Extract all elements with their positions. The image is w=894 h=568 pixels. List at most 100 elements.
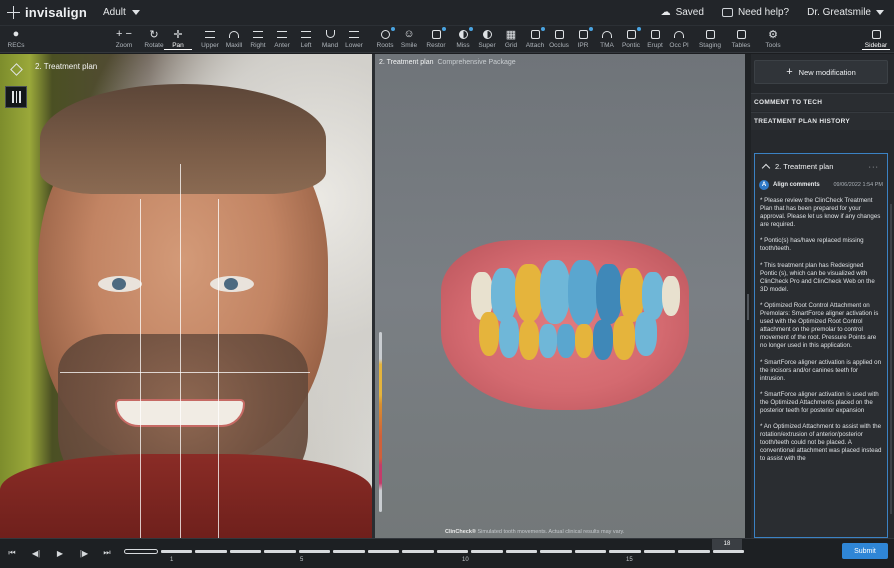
- diamond-icon: [9, 62, 23, 76]
- treatment-plan-history-section[interactable]: TREATMENT PLAN HISTORY: [751, 112, 894, 130]
- comment-header: A Align comments 09/06/2022 1:54 PM: [755, 178, 887, 192]
- stage-segment[interactable]: [436, 550, 468, 553]
- tooth[interactable]: [515, 264, 543, 322]
- restor-badge: [442, 27, 446, 31]
- stage-segment[interactable]: [574, 550, 606, 553]
- tool-recs[interactable]: ● RECs: [2, 28, 30, 49]
- step-forward-icon[interactable]: |▶: [78, 547, 90, 559]
- tooth[interactable]: [479, 312, 499, 356]
- patient-photo-panel[interactable]: 2. Treatment plan: [0, 54, 372, 538]
- stage-segment[interactable]: [609, 550, 641, 553]
- stage-segment[interactable]: [333, 550, 365, 553]
- model-title: 2. Treatment plan Comprehensive Package: [379, 59, 516, 66]
- stage-segment[interactable]: [540, 550, 572, 553]
- stage-timeline[interactable]: [124, 549, 744, 554]
- user-menu[interactable]: Dr. Greatsmile: [807, 7, 884, 18]
- stage-segment[interactable]: [643, 550, 675, 553]
- stage-segment[interactable]: [505, 550, 537, 553]
- tooth[interactable]: [613, 316, 635, 360]
- tool-lower[interactable]: Lower: [340, 28, 368, 49]
- more-menu-icon[interactable]: ···: [869, 162, 880, 171]
- guide-line-right: [218, 199, 219, 538]
- patient-hair: [40, 84, 326, 194]
- play-icon[interactable]: ▶: [54, 547, 66, 559]
- invisalign-star-icon: [7, 6, 20, 19]
- tooth[interactable]: [519, 320, 539, 360]
- disclaimer-text: Simulated tooth movements. Actual clinic…: [477, 529, 625, 535]
- skip-to-start-icon[interactable]: ⏮: [6, 547, 18, 559]
- tooth[interactable]: [662, 276, 680, 316]
- tool-pan[interactable]: ✛ Pan: [164, 28, 192, 50]
- comment-paragraph: * An Optimized Attachment to assist with…: [760, 423, 882, 463]
- tool-label: Tables: [731, 42, 751, 49]
- tooth[interactable]: [499, 316, 519, 358]
- model-title-text: 2. Treatment plan: [379, 59, 434, 66]
- movement-scale-bar: [379, 332, 382, 512]
- tooth[interactable]: [557, 324, 575, 358]
- comment-to-tech-section[interactable]: COMMENT TO TECH: [751, 93, 894, 111]
- tool-zoom[interactable]: + − Zoom: [110, 28, 138, 49]
- stage-label: 15: [626, 557, 633, 563]
- patient-shirt: [0, 454, 372, 538]
- comment-paragraph: * Optimized Root Control Attachment on P…: [760, 301, 879, 350]
- treatment-plan-card: 2. Treatment plan ··· A Align comments 0…: [754, 153, 888, 538]
- right-eye: [210, 276, 254, 292]
- user-name: Dr. Greatsmile: [807, 7, 871, 18]
- tooth[interactable]: [540, 260, 570, 324]
- tool-tools[interactable]: ⚙ Tools: [759, 28, 787, 50]
- plus-icon: +: [786, 66, 793, 78]
- tool-sidebar[interactable]: Sidebar: [862, 28, 890, 50]
- tooth[interactable]: [596, 264, 622, 324]
- new-modification-button[interactable]: + New modification: [754, 60, 888, 84]
- submit-button[interactable]: Submit: [842, 543, 888, 559]
- comment-paragraph: * Pontic(s) has/have replaced missing to…: [760, 237, 864, 253]
- profile-dropdown[interactable]: Adult: [103, 7, 140, 18]
- stage-segment[interactable]: [367, 550, 399, 553]
- stage-label: 1: [170, 557, 174, 563]
- stage-segment[interactable]: [298, 550, 330, 553]
- stage-segment[interactable]: [402, 550, 434, 553]
- split-view-button[interactable]: [5, 86, 27, 108]
- model-viewport[interactable]: 2. Treatment plan Comprehensive Package C…: [374, 54, 746, 538]
- sidebar-scrollbar[interactable]: [890, 204, 892, 514]
- invisalign-logo[interactable]: invisalign: [7, 5, 87, 20]
- stage-segment[interactable]: [160, 550, 192, 553]
- split-icon: [11, 91, 21, 103]
- view-toggle-button[interactable]: [5, 58, 27, 80]
- stage-segment[interactable]: [471, 550, 503, 553]
- tooth[interactable]: [635, 312, 657, 356]
- occlusal-plane-icon: [665, 28, 693, 40]
- stage-segment[interactable]: [229, 550, 261, 553]
- tooth[interactable]: [539, 324, 557, 358]
- card-title: 2. Treatment plan: [775, 161, 834, 171]
- tool-label: Pan: [164, 42, 192, 50]
- tool-occ-pl[interactable]: Occ Pl: [665, 28, 693, 49]
- tool-label: Lower: [345, 42, 363, 49]
- tool-staging[interactable]: Staging: [696, 28, 724, 49]
- skip-to-end-icon[interactable]: ⏭: [101, 547, 113, 559]
- tool-restor[interactable]: Restor: [422, 27, 450, 49]
- step-back-icon[interactable]: ◀|: [30, 547, 42, 559]
- cloud-icon: ☁: [660, 7, 671, 18]
- stage-segment[interactable]: [712, 550, 744, 553]
- tool-label: Tools: [765, 42, 781, 49]
- tool-tables[interactable]: Tables: [727, 28, 755, 49]
- tool-smile[interactable]: ☺ Smile: [395, 28, 423, 49]
- stage-segment[interactable]: [195, 550, 227, 553]
- tooth[interactable]: [568, 260, 598, 326]
- stage-segment[interactable]: [124, 549, 158, 554]
- left-eye: [98, 276, 142, 292]
- tooth[interactable]: [575, 324, 593, 358]
- person-icon: ●: [12, 28, 20, 40]
- stage-segment[interactable]: [678, 550, 710, 553]
- tooth[interactable]: [593, 320, 613, 360]
- stage-label: 10: [462, 557, 469, 563]
- comment-paragraph: * This treatment plan has Redesigned Pon…: [760, 261, 875, 293]
- current-stage-indicator[interactable]: 18: [712, 539, 742, 550]
- card-header[interactable]: 2. Treatment plan ···: [755, 154, 887, 178]
- caret-down-icon: [131, 10, 140, 15]
- help-link[interactable]: Need help?: [721, 7, 789, 18]
- stage-label: 5: [300, 557, 304, 563]
- model-disclaimer: ClinCheck® Simulated tooth movements. Ac…: [445, 529, 624, 535]
- stage-segment[interactable]: [264, 550, 296, 553]
